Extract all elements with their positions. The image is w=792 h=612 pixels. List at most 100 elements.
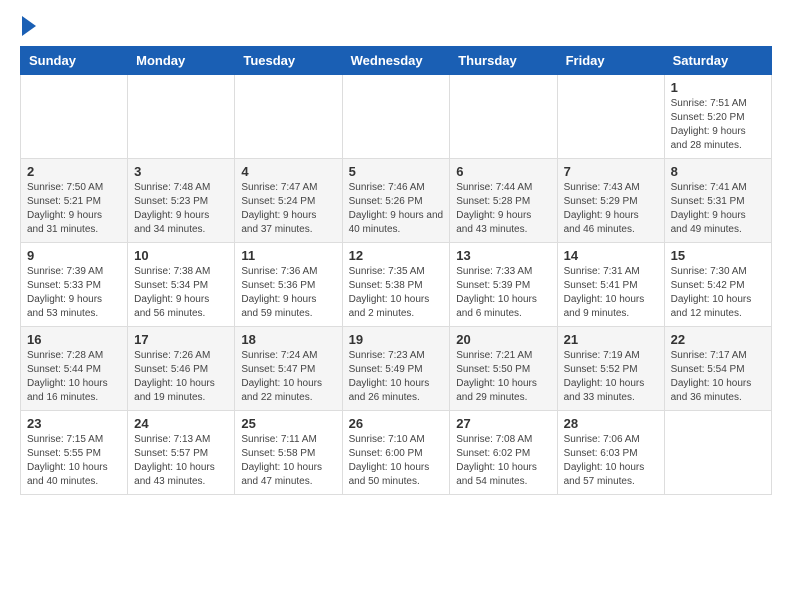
calendar-cell: 18 Sunrise: 7:24 AM Sunset: 5:47 PM Dayli… [235, 327, 342, 411]
day-number: 6 [456, 164, 550, 179]
calendar-week-row: 1 Sunrise: 7:51 AM Sunset: 5:20 PM Daylig… [21, 75, 772, 159]
day-number: 7 [564, 164, 658, 179]
weekday-header-wednesday: Wednesday [342, 47, 450, 75]
calendar-week-row: 16 Sunrise: 7:28 AM Sunset: 5:44 PM Dayli… [21, 327, 772, 411]
calendar-cell: 1 Sunrise: 7:51 AM Sunset: 5:20 PM Daylig… [664, 75, 771, 159]
calendar-cell [235, 75, 342, 159]
day-info: Sunrise: 7:23 AM Sunset: 5:49 PM Dayligh… [349, 349, 444, 405]
day-number: 12 [349, 248, 444, 263]
day-info: Sunrise: 7:41 AM Sunset: 5:31 PM Dayligh… [671, 181, 765, 237]
calendar-week-row: 23 Sunrise: 7:15 AM Sunset: 5:55 PM Dayli… [21, 411, 772, 495]
day-info: Sunrise: 7:36 AM Sunset: 5:36 PM Dayligh… [241, 265, 335, 321]
day-info: Sunrise: 7:15 AM Sunset: 5:55 PM Dayligh… [27, 433, 121, 489]
calendar-cell: 16 Sunrise: 7:28 AM Sunset: 5:44 PM Dayli… [21, 327, 128, 411]
weekday-header-thursday: Thursday [450, 47, 557, 75]
day-info: Sunrise: 7:48 AM Sunset: 5:23 PM Dayligh… [134, 181, 228, 237]
day-number: 1 [671, 80, 765, 95]
day-info: Sunrise: 7:06 AM Sunset: 6:03 PM Dayligh… [564, 433, 658, 489]
day-number: 5 [349, 164, 444, 179]
day-info: Sunrise: 7:08 AM Sunset: 6:02 PM Dayligh… [456, 433, 550, 489]
day-number: 16 [27, 332, 121, 347]
day-number: 22 [671, 332, 765, 347]
calendar-cell: 11 Sunrise: 7:36 AM Sunset: 5:36 PM Dayli… [235, 243, 342, 327]
day-info: Sunrise: 7:19 AM Sunset: 5:52 PM Dayligh… [564, 349, 658, 405]
day-info: Sunrise: 7:26 AM Sunset: 5:46 PM Dayligh… [134, 349, 228, 405]
calendar-cell: 28 Sunrise: 7:06 AM Sunset: 6:03 PM Dayli… [557, 411, 664, 495]
calendar-week-row: 9 Sunrise: 7:39 AM Sunset: 5:33 PM Daylig… [21, 243, 772, 327]
calendar-cell: 23 Sunrise: 7:15 AM Sunset: 5:55 PM Dayli… [21, 411, 128, 495]
day-info: Sunrise: 7:17 AM Sunset: 5:54 PM Dayligh… [671, 349, 765, 405]
calendar-cell: 21 Sunrise: 7:19 AM Sunset: 5:52 PM Dayli… [557, 327, 664, 411]
weekday-header-saturday: Saturday [664, 47, 771, 75]
day-info: Sunrise: 7:31 AM Sunset: 5:41 PM Dayligh… [564, 265, 658, 321]
calendar-cell: 13 Sunrise: 7:33 AM Sunset: 5:39 PM Dayli… [450, 243, 557, 327]
day-info: Sunrise: 7:50 AM Sunset: 5:21 PM Dayligh… [27, 181, 121, 237]
day-info: Sunrise: 7:30 AM Sunset: 5:42 PM Dayligh… [671, 265, 765, 321]
weekday-header-friday: Friday [557, 47, 664, 75]
logo [20, 20, 36, 36]
calendar-cell [342, 75, 450, 159]
day-number: 11 [241, 248, 335, 263]
calendar-cell: 25 Sunrise: 7:11 AM Sunset: 5:58 PM Dayli… [235, 411, 342, 495]
day-info: Sunrise: 7:44 AM Sunset: 5:28 PM Dayligh… [456, 181, 550, 237]
day-info: Sunrise: 7:46 AM Sunset: 5:26 PM Dayligh… [349, 181, 444, 237]
calendar-cell: 22 Sunrise: 7:17 AM Sunset: 5:54 PM Dayli… [664, 327, 771, 411]
day-number: 10 [134, 248, 228, 263]
day-number: 13 [456, 248, 550, 263]
day-info: Sunrise: 7:35 AM Sunset: 5:38 PM Dayligh… [349, 265, 444, 321]
calendar-cell: 19Sunrise: 7:23 AM Sunset: 5:49 PM Dayli… [342, 327, 450, 411]
calendar-cell: 10 Sunrise: 7:38 AM Sunset: 5:34 PM Dayli… [128, 243, 235, 327]
calendar-cell: 17 Sunrise: 7:26 AM Sunset: 5:46 PM Dayli… [128, 327, 235, 411]
weekday-header-sunday: Sunday [21, 47, 128, 75]
day-number: 8 [671, 164, 765, 179]
calendar-cell: 12 Sunrise: 7:35 AM Sunset: 5:38 PM Dayli… [342, 243, 450, 327]
page-header [20, 20, 772, 36]
day-number: 25 [241, 416, 335, 431]
weekday-header-monday: Monday [128, 47, 235, 75]
day-info: Sunrise: 7:39 AM Sunset: 5:33 PM Dayligh… [27, 265, 121, 321]
logo-arrow-icon [22, 16, 36, 36]
calendar-cell: 6 Sunrise: 7:44 AM Sunset: 5:28 PM Daylig… [450, 159, 557, 243]
calendar: SundayMondayTuesdayWednesdayThursdayFrid… [20, 46, 772, 495]
day-number: 15 [671, 248, 765, 263]
calendar-cell [664, 411, 771, 495]
calendar-cell: 5 Sunrise: 7:46 AM Sunset: 5:26 PM Daylig… [342, 159, 450, 243]
calendar-cell: 20Sunrise: 7:21 AM Sunset: 5:50 PM Dayli… [450, 327, 557, 411]
day-number: 18 [241, 332, 335, 347]
day-info: Sunrise: 7:33 AM Sunset: 5:39 PM Dayligh… [456, 265, 550, 321]
day-number: 23 [27, 416, 121, 431]
calendar-cell: 14 Sunrise: 7:31 AM Sunset: 5:41 PM Dayli… [557, 243, 664, 327]
calendar-cell: 2 Sunrise: 7:50 AM Sunset: 5:21 PM Daylig… [21, 159, 128, 243]
day-info: Sunrise: 7:24 AM Sunset: 5:47 PM Dayligh… [241, 349, 335, 405]
calendar-cell [557, 75, 664, 159]
day-number: 14 [564, 248, 658, 263]
day-number: 21 [564, 332, 658, 347]
calendar-cell: 27 Sunrise: 7:08 AM Sunset: 6:02 PM Dayli… [450, 411, 557, 495]
calendar-cell: 15 Sunrise: 7:30 AM Sunset: 5:42 PM Dayli… [664, 243, 771, 327]
calendar-cell: 26 Sunrise: 7:10 AM Sunset: 6:00 PM Dayli… [342, 411, 450, 495]
day-number: 27 [456, 416, 550, 431]
day-number: 17 [134, 332, 228, 347]
calendar-cell: 4 Sunrise: 7:47 AM Sunset: 5:24 PM Daylig… [235, 159, 342, 243]
calendar-cell [450, 75, 557, 159]
day-info: Sunrise: 7:28 AM Sunset: 5:44 PM Dayligh… [27, 349, 121, 405]
day-number: 3 [134, 164, 228, 179]
day-number: 4 [241, 164, 335, 179]
day-number: 28 [564, 416, 658, 431]
day-number: 9 [27, 248, 121, 263]
calendar-cell: 9 Sunrise: 7:39 AM Sunset: 5:33 PM Daylig… [21, 243, 128, 327]
day-info: Sunrise: 7:47 AM Sunset: 5:24 PM Dayligh… [241, 181, 335, 237]
day-info: Sunrise: 7:13 AM Sunset: 5:57 PM Dayligh… [134, 433, 228, 489]
calendar-header-row: SundayMondayTuesdayWednesdayThursdayFrid… [21, 47, 772, 75]
day-info: Sunrise: 7:43 AM Sunset: 5:29 PM Dayligh… [564, 181, 658, 237]
calendar-cell: 3 Sunrise: 7:48 AM Sunset: 5:23 PM Daylig… [128, 159, 235, 243]
day-info: Sunrise: 7:51 AM Sunset: 5:20 PM Dayligh… [671, 97, 765, 153]
calendar-cell [128, 75, 235, 159]
day-number: 26 [349, 416, 444, 431]
day-info: Sunrise: 7:38 AM Sunset: 5:34 PM Dayligh… [134, 265, 228, 321]
day-info: Sunrise: 7:10 AM Sunset: 6:00 PM Dayligh… [349, 433, 444, 489]
day-number: 24 [134, 416, 228, 431]
day-info: Sunrise: 7:11 AM Sunset: 5:58 PM Dayligh… [241, 433, 335, 489]
day-number: 2 [27, 164, 121, 179]
calendar-week-row: 2 Sunrise: 7:50 AM Sunset: 5:21 PM Daylig… [21, 159, 772, 243]
